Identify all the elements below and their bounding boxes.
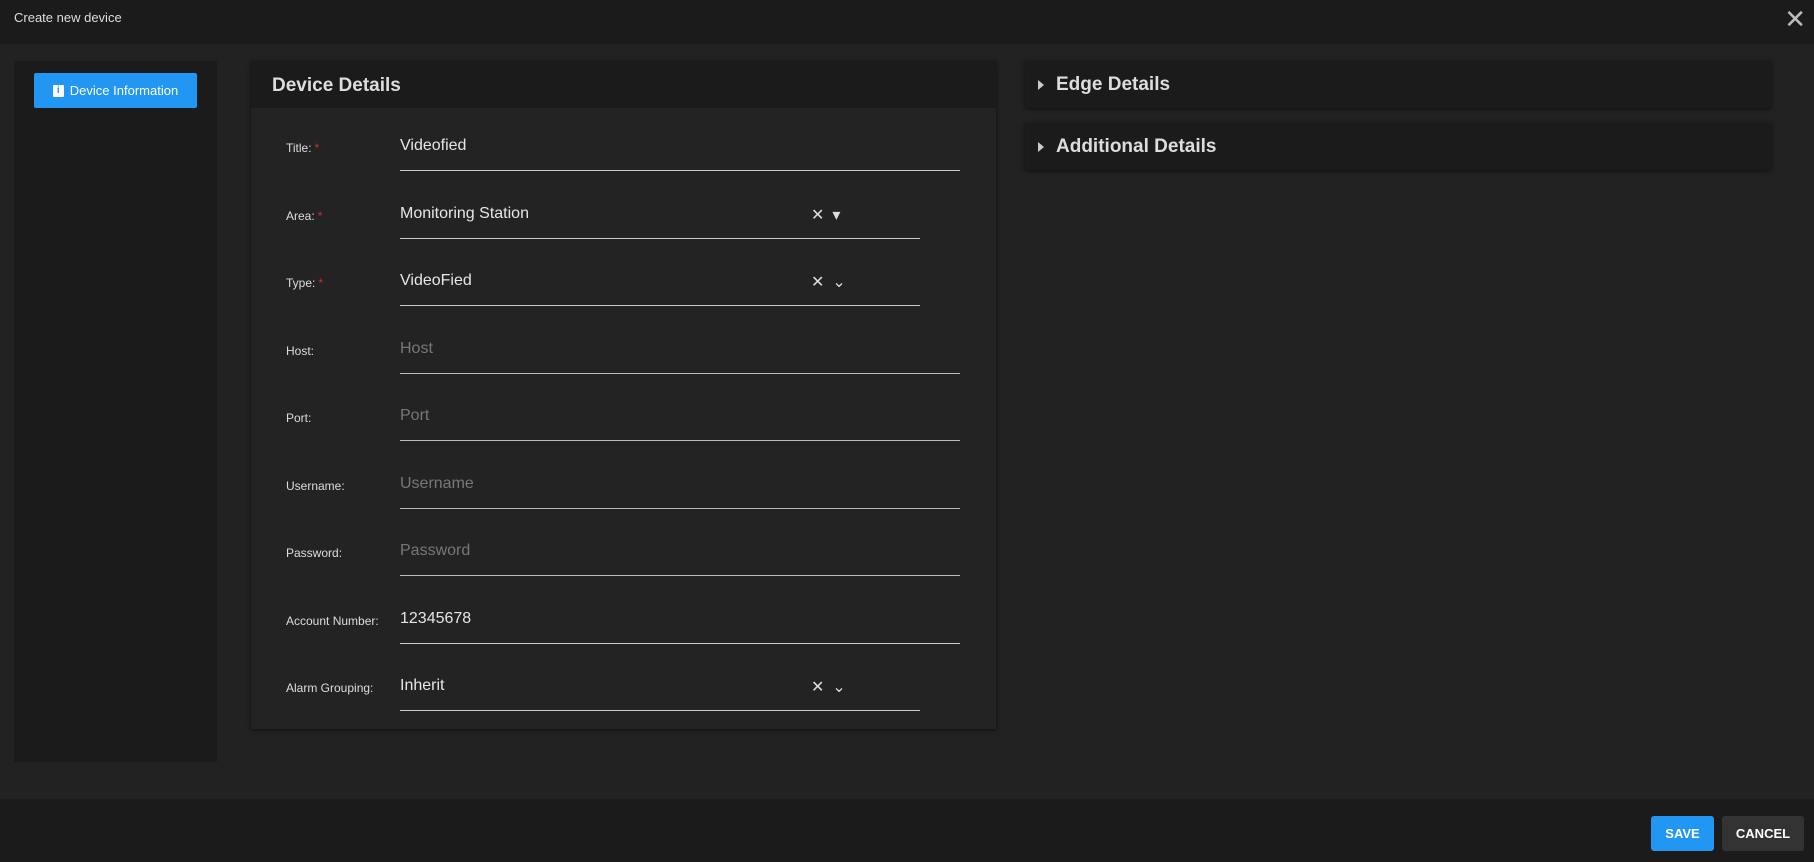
dropdown-arrow-icon[interactable]: ▾ [832, 205, 840, 225]
section-title: Additional Details [1056, 135, 1217, 157]
title-row: Title: * Videofied [286, 131, 961, 171]
clear-icon[interactable]: ✕ [811, 272, 824, 292]
title-label: Title: [286, 141, 312, 155]
account-number-row: Account Number: 12345678 [286, 604, 961, 644]
additional-details-section[interactable]: Additional Details [1025, 123, 1771, 170]
dialog-footer: SAVE CANCEL [0, 799, 1814, 862]
port-input[interactable]: Port [400, 401, 960, 441]
chevron-down-icon[interactable]: ⌄ [832, 677, 845, 697]
sidebar: i Device Information [14, 61, 217, 762]
close-icon[interactable]: ✕ [1784, 6, 1806, 32]
password-row: Password: Password [286, 536, 961, 576]
host-input[interactable]: Host [400, 334, 960, 374]
username-row: Username: Username [286, 469, 961, 509]
area-row: Area: * Monitoring Station ✕ ▾ [286, 199, 961, 239]
port-label: Port: [286, 411, 312, 425]
sidebar-item-label: Device Information [69, 83, 179, 98]
clear-icon[interactable]: ✕ [811, 677, 824, 697]
required-mark: * [318, 276, 324, 290]
type-row: Type: * VideoFied ✕ ⌄ [286, 266, 961, 306]
required-mark: * [317, 209, 323, 223]
alarm-grouping-label: Alarm Grouping: [286, 681, 374, 695]
type-label: Type: [286, 276, 316, 290]
caret-right-icon [1038, 79, 1044, 90]
caret-right-icon [1038, 141, 1044, 152]
area-select[interactable]: Monitoring Station [400, 199, 920, 239]
card-title: Device Details [251, 61, 996, 108]
area-label: Area: [286, 209, 315, 223]
password-label: Password: [286, 546, 343, 560]
dialog-header: Create new device ✕ [0, 0, 1814, 44]
clear-icon[interactable]: ✕ [811, 205, 824, 225]
info-icon: i [52, 84, 64, 97]
save-button[interactable]: SAVE [1651, 816, 1714, 851]
device-details-card: Device Details Title: * Videofied Area: * … [251, 61, 996, 729]
dialog-title: Create new device [14, 10, 122, 25]
account-number-input[interactable]: 12345678 [400, 604, 960, 644]
account-number-label: Account Number: [286, 614, 379, 628]
alarm-grouping-row: Alarm Grouping: Inherit ✕ ⌄ [286, 671, 961, 711]
host-row: Host: Host [286, 334, 961, 374]
port-row: Port: Port [286, 401, 961, 441]
password-input[interactable]: Password [400, 536, 960, 576]
username-input[interactable]: Username [400, 469, 960, 509]
section-title: Edge Details [1056, 73, 1171, 95]
chevron-down-icon[interactable]: ⌄ [832, 272, 845, 292]
host-label: Host: [286, 344, 315, 358]
username-label: Username: [286, 479, 345, 493]
required-mark: * [314, 141, 320, 155]
title-input[interactable]: Videofied [400, 131, 960, 171]
sidebar-item-device-information[interactable]: i Device Information [34, 73, 197, 108]
cancel-button[interactable]: CANCEL [1722, 816, 1804, 851]
edge-details-section[interactable]: Edge Details [1025, 61, 1771, 108]
